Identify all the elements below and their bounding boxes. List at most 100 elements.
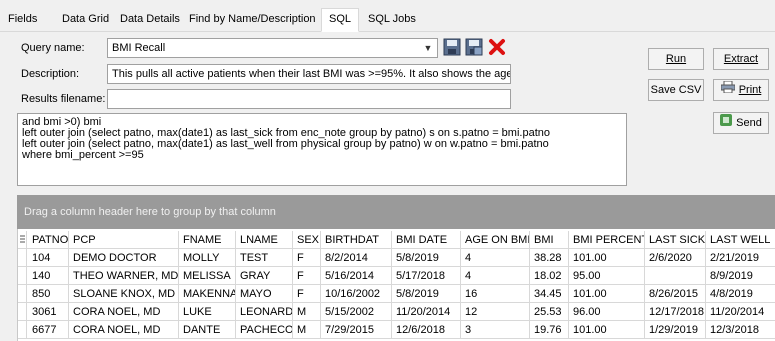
cell-last-well: 12/3/2018 xyxy=(710,324,759,336)
row-indicator[interactable] xyxy=(18,267,27,285)
col-header-fname[interactable]: FNAME xyxy=(179,231,236,249)
table-row[interactable]: 3061 CORA NOEL, MD LUKE LEONARD M 5/15/2… xyxy=(18,303,775,321)
row-indicator-header[interactable] xyxy=(18,231,27,249)
printer-icon xyxy=(720,80,736,100)
cell-patno: 6677 xyxy=(28,321,69,339)
save-query-icon[interactable] xyxy=(442,37,462,57)
cell-bmi-date: 12/6/2018 xyxy=(392,321,461,339)
cell-bmi: 25.53 xyxy=(530,303,569,321)
print-button[interactable]: Print xyxy=(713,79,769,101)
tab-sql[interactable]: SQL xyxy=(321,8,359,32)
row-indicator[interactable] xyxy=(18,321,27,339)
col-header-bmi[interactable]: BMI xyxy=(530,231,569,249)
cell-lname: TEST xyxy=(236,249,293,267)
cell-last-well: 2/21/2019 xyxy=(710,252,759,264)
cell-last-sick: 1/29/2019 xyxy=(645,321,706,339)
cell-age-on-bmi: 4 xyxy=(461,249,530,267)
cell-last-sick: 2/6/2020 xyxy=(645,249,706,267)
col-header-pcp[interactable]: PCP xyxy=(69,231,179,249)
cell-pcp: CORA NOEL, MD xyxy=(69,303,179,321)
table-row[interactable]: 104 DEMO DOCTOR MOLLY TEST F 8/2/2014 5/… xyxy=(18,249,775,267)
cell-age-on-bmi: 3 xyxy=(461,321,530,339)
col-header-bmi-percent[interactable]: BMI PERCENT xyxy=(569,231,645,249)
cell-bmi: 18.02 xyxy=(530,267,569,285)
cell-bmi: 19.76 xyxy=(530,321,569,339)
cell-last-sick: 12/17/2018 xyxy=(645,303,706,321)
col-header-sex[interactable]: SEX xyxy=(293,231,321,249)
cell-sex: M xyxy=(293,303,321,321)
table-row[interactable]: 850 SLOANE KNOX, MD MAKENNA MAYO F 10/16… xyxy=(18,285,775,303)
col-header-last-sick[interactable]: LAST SICK xyxy=(645,231,706,249)
cell-last-well: 11/20/2014 xyxy=(710,306,765,318)
cell-birthdat: 5/16/2014 xyxy=(321,267,392,285)
col-header-bmi-date[interactable]: BMI DATE xyxy=(392,231,461,249)
cell-age-on-bmi: 4 xyxy=(461,267,530,285)
delete-query-icon[interactable] xyxy=(487,37,507,57)
cell-last-well: 8/9/2019 xyxy=(710,270,753,282)
chevron-down-icon[interactable]: ▼ xyxy=(421,39,435,57)
sql-editor[interactable]: and bmi >0) bmi left outer join (select … xyxy=(17,113,627,186)
cell-patno: 104 xyxy=(28,249,69,267)
results-filename-label: Results filename: xyxy=(21,93,106,105)
results-filename-field[interactable] xyxy=(107,89,511,109)
query-name-value: BMI Recall xyxy=(112,42,166,54)
tab-data-grid[interactable]: Data Grid xyxy=(56,9,115,31)
cell-bmi-date: 5/8/2019 xyxy=(392,249,461,267)
cell-fname: DANTE xyxy=(179,321,236,339)
cell-age-on-bmi: 16 xyxy=(461,285,530,303)
extract-button-label: Extract xyxy=(723,53,759,65)
row-indicator[interactable] xyxy=(18,249,27,267)
run-button[interactable]: Run xyxy=(648,48,704,70)
extract-button[interactable]: Extract xyxy=(713,48,769,70)
table-row[interactable]: 140 THEO WARNER, MD MELISSA GRAY F 5/16/… xyxy=(18,267,775,285)
cell-bmi: 34.45 xyxy=(530,285,569,303)
tab-data-details[interactable]: Data Details xyxy=(114,9,186,31)
cell-lname: MAYO xyxy=(236,285,293,303)
col-header-lname[interactable]: LNAME xyxy=(236,231,293,249)
cell-fname: MAKENNA xyxy=(179,285,236,303)
query-name-label: Query name: xyxy=(21,42,85,54)
cell-birthdat: 8/2/2014 xyxy=(321,249,392,267)
cell-bmi-date: 11/20/2014 xyxy=(392,303,461,321)
cell-pcp: SLOANE KNOX, MD xyxy=(69,285,179,303)
cell-bmi-percent: 101.00 xyxy=(569,249,645,267)
col-header-patno[interactable]: PATNO xyxy=(28,231,69,249)
cell-birthdat: 5/15/2002 xyxy=(321,303,392,321)
group-by-bar[interactable]: Drag a column header here to group by th… xyxy=(17,195,775,229)
cell-last-sick xyxy=(645,267,706,285)
query-name-combo[interactable]: BMI Recall ▼ xyxy=(107,38,438,58)
save-csv-button-label: Save CSV xyxy=(650,84,702,96)
tab-fields[interactable]: Fields xyxy=(2,9,43,31)
cell-sex: M xyxy=(293,321,321,339)
cell-bmi-date: 5/17/2018 xyxy=(392,267,461,285)
tab-sql-jobs[interactable]: SQL Jobs xyxy=(362,9,422,31)
cell-bmi-percent: 101.00 xyxy=(569,285,645,303)
cell-bmi-percent: 101.00 xyxy=(569,321,645,339)
save-csv-button[interactable]: Save CSV xyxy=(648,79,704,101)
table-row[interactable]: 6677 CORA NOEL, MD DANTE PACHECO M 7/29/… xyxy=(18,321,775,339)
tab-find-by-name[interactable]: Find by Name/Description xyxy=(183,9,322,31)
save-as-query-icon[interactable] xyxy=(464,37,484,57)
row-indicator[interactable] xyxy=(18,285,27,303)
description-field[interactable]: This pulls all active patients when thei… xyxy=(107,64,511,84)
cell-patno: 3061 xyxy=(28,303,69,321)
row-indicator[interactable] xyxy=(18,303,27,321)
cell-age-on-bmi: 12 xyxy=(461,303,530,321)
send-button[interactable]: Send xyxy=(713,112,769,134)
col-header-age-on-bmi[interactable]: AGE ON BMI xyxy=(461,231,530,249)
cell-pcp: DEMO DOCTOR xyxy=(69,249,179,267)
col-header-last-well[interactable]: LAST WELL xyxy=(706,231,775,249)
send-button-label: Send xyxy=(736,117,762,129)
cell-bmi-percent: 96.00 xyxy=(569,303,645,321)
description-label: Description: xyxy=(21,68,80,80)
cell-fname: MELISSA xyxy=(179,267,236,285)
cell-fname: MOLLY xyxy=(179,249,236,267)
cell-bmi-date: 5/8/2019 xyxy=(392,285,461,303)
col-header-birthdat[interactable]: BIRTHDAT xyxy=(321,231,392,249)
results-grid: PATNO PCP FNAME LNAME SEX BIRTHDAT BMI D… xyxy=(17,229,775,341)
cell-sex: F xyxy=(293,285,321,303)
cell-sex: F xyxy=(293,249,321,267)
tab-strip: Fields Data Grid Data Details Find by Na… xyxy=(0,0,775,32)
cell-bmi-percent: 95.00 xyxy=(569,267,645,285)
send-icon xyxy=(720,113,733,133)
